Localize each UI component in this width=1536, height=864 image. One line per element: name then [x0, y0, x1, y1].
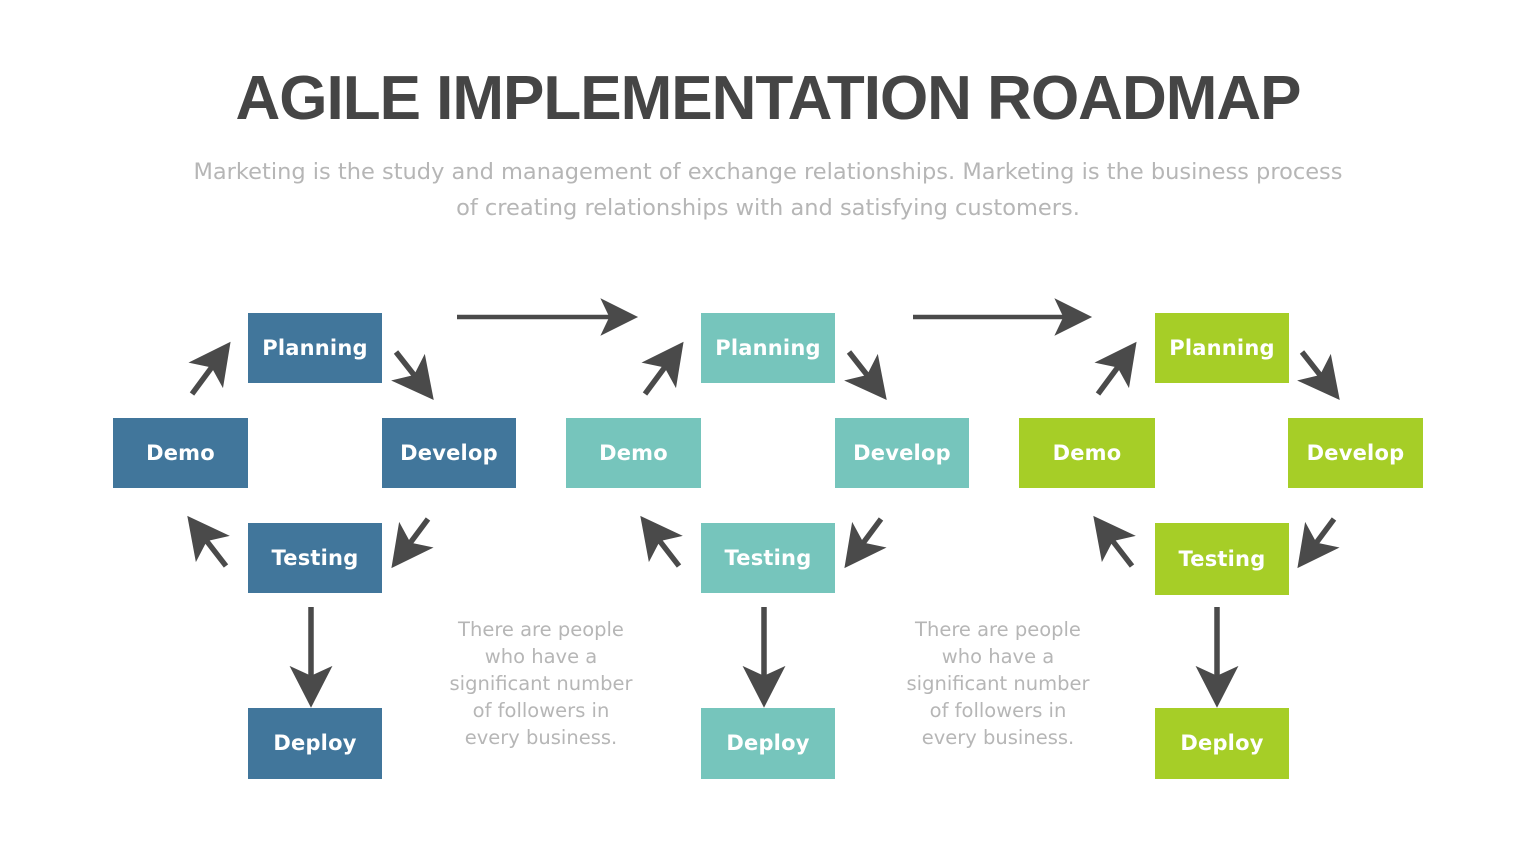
cycle-two-planning-label: Planning	[715, 335, 821, 360]
cycle-two-deploy-label: Deploy	[726, 731, 810, 755]
cycle-two-testing-label: Testing	[724, 545, 812, 570]
cycle-one-develop-label: Develop	[400, 440, 498, 465]
cycle-one-testing-label: Testing	[271, 545, 359, 570]
cycle-one-node-deploy[interactable]: Deploy	[248, 708, 382, 779]
page-subtitle: Marketing is the study and management of…	[193, 159, 1343, 221]
page-title: AGILE IMPLEMENTATION ROADMAP	[235, 64, 1302, 133]
cycle-two-node-demo[interactable]: Demo	[566, 418, 701, 488]
cycle-one-planning-label: Planning	[262, 335, 368, 360]
cycle-three-node-deploy[interactable]: Deploy	[1155, 708, 1289, 779]
caption-block-one: There are people who have a significant …	[443, 616, 639, 751]
cycle-two-node-deploy[interactable]: Deploy	[701, 708, 835, 779]
cycle-two-node-planning[interactable]: Planning	[701, 313, 835, 383]
cycle-three-planning-label: Planning	[1169, 335, 1275, 360]
caption-one-text: There are people who have a significant …	[449, 618, 633, 749]
cycle-one-node-demo[interactable]: Demo	[113, 418, 248, 488]
caption-block-two: There are people who have a significant …	[900, 616, 1096, 751]
cycle-three-node-testing[interactable]: Testing	[1155, 523, 1289, 595]
cycle-two-demo-label: Demo	[599, 440, 668, 465]
cycle-one-deploy-label: Deploy	[273, 731, 357, 755]
cycle-one-node-develop[interactable]: Develop	[382, 418, 516, 488]
cycle-three-deploy-label: Deploy	[1180, 731, 1264, 755]
cycle-one-node-planning[interactable]: Planning	[248, 313, 382, 383]
cycle-three-testing-label: Testing	[1178, 546, 1266, 571]
cycle-two-node-testing[interactable]: Testing	[701, 523, 835, 593]
cycle-two-develop-label: Develop	[853, 440, 951, 465]
cycle-three-node-planning[interactable]: Planning	[1155, 313, 1289, 383]
cycle-one-node-testing[interactable]: Testing	[248, 523, 382, 593]
cycle-three-develop-label: Develop	[1306, 440, 1405, 465]
roadmap-infographic: AGILE IMPLEMENTATION ROADMAP Marketing i…	[0, 0, 1536, 864]
cycle-three-node-demo[interactable]: Demo	[1019, 418, 1155, 488]
cycle-three-demo-label: Demo	[1052, 440, 1122, 465]
cycle-three-node-develop[interactable]: Develop	[1288, 418, 1423, 488]
cycle-one-demo-label: Demo	[146, 440, 215, 465]
caption-two-text: There are people who have a significant …	[906, 618, 1090, 749]
cycle-two-node-develop[interactable]: Develop	[835, 418, 969, 488]
